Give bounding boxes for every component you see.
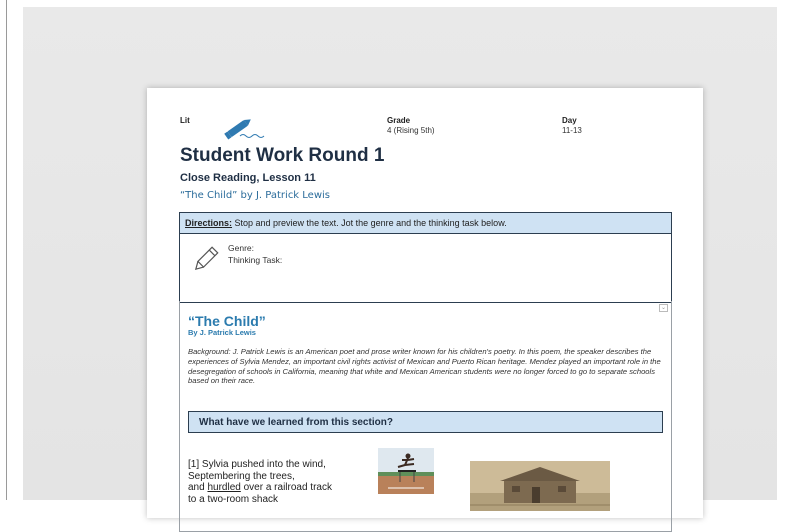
poem-line: to a two-room shack bbox=[188, 493, 279, 505]
viewer-canvas: Lit Grade 4 (Rising 5th) Day 11-13 Stude… bbox=[23, 7, 777, 532]
grade-label: Grade bbox=[387, 116, 411, 125]
grade-value: 4 (Rising 5th) bbox=[387, 126, 435, 135]
directions-box: Directions: Stop and preview the text. J… bbox=[179, 212, 672, 303]
poem-section: ⌄ “The Child” By J. Patrick Lewis Backgr… bbox=[179, 301, 672, 532]
lesson-subtitle: Close Reading, Lesson 11 bbox=[180, 172, 316, 184]
learned-heading: What have we learned from this section? bbox=[188, 411, 663, 433]
hurdler-photo bbox=[378, 448, 434, 494]
poem-author: By J. Patrick Lewis bbox=[188, 328, 256, 337]
poem-line: [1] Sylvia pushed into the wind, bbox=[188, 459, 326, 470]
document-page: Lit Grade 4 (Rising 5th) Day 11-13 Stude… bbox=[147, 88, 703, 532]
poem-stanza: [1] Sylvia pushed into the wind, Septemb… bbox=[188, 459, 368, 505]
background-paragraph: Background: J. Patrick Lewis is an Ameri… bbox=[188, 347, 661, 386]
vocab-word: hurdled bbox=[207, 482, 241, 493]
directions-label: Directions: bbox=[185, 218, 233, 228]
day-label: Day bbox=[562, 116, 577, 125]
day-value: 11-13 bbox=[562, 126, 582, 135]
pencil-icon bbox=[194, 246, 219, 271]
left-edge-rule bbox=[6, 0, 7, 500]
collapse-icon[interactable]: ⌄ bbox=[659, 304, 668, 312]
schoolhouse-photo bbox=[470, 461, 610, 511]
thinking-task-field-label: Thinking Task: bbox=[228, 255, 283, 265]
work-citation: “The Child” by J. Patrick Lewis bbox=[180, 190, 330, 201]
pen-icon bbox=[224, 119, 265, 140]
subject-label: Lit bbox=[180, 116, 190, 125]
page-title: Student Work Round 1 bbox=[180, 145, 385, 166]
directions-bar: Directions: Stop and preview the text. J… bbox=[180, 213, 671, 234]
poem-title: “The Child” bbox=[188, 313, 266, 329]
directions-text: Stop and preview the text. Jot the genre… bbox=[232, 218, 507, 228]
poem-line: and hurdled over a railroad track bbox=[188, 482, 368, 494]
poem-line-part: over a railroad track bbox=[240, 482, 332, 493]
poem-line: Septembering the trees, bbox=[188, 470, 295, 482]
genre-field-label: Genre: bbox=[228, 243, 254, 253]
poem-line-part: and bbox=[188, 482, 208, 493]
